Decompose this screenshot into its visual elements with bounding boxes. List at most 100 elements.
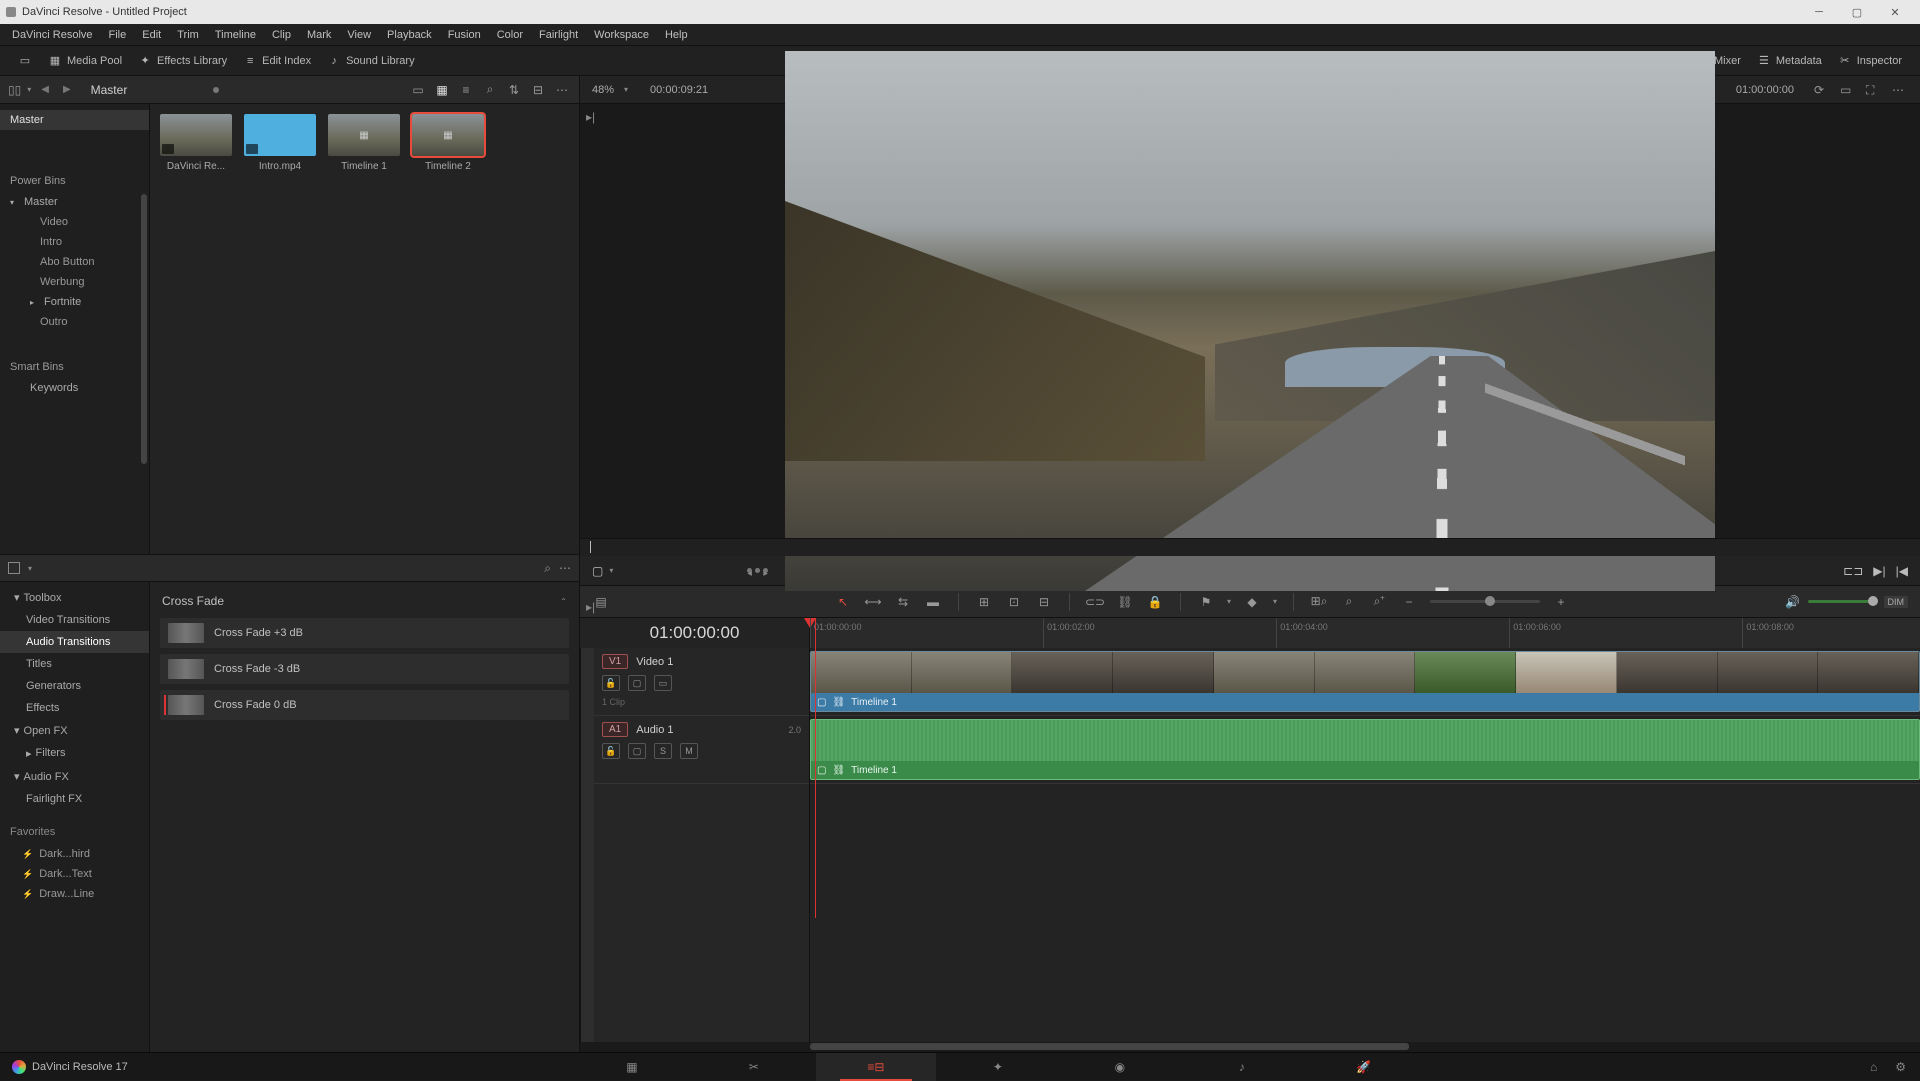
timeline-timecode[interactable]: 01:00:00:00	[580, 618, 810, 648]
clip-timeline-1[interactable]: ▦ Timeline 1	[328, 114, 400, 172]
thumbnail-view-icon[interactable]: ▦	[433, 81, 451, 99]
inspector-toggle[interactable]: ✂Inspector	[1830, 51, 1910, 71]
viewer-zoom[interactable]: 48%	[592, 84, 614, 96]
link-icon[interactable]: ⛓	[1116, 593, 1134, 611]
menu-timeline[interactable]: Timeline	[207, 27, 264, 43]
menu-workspace[interactable]: Workspace	[586, 27, 657, 43]
menu-edit[interactable]: Edit	[134, 27, 169, 43]
audio-track-header[interactable]: A1 Audio 1 2.0 🔓 ▢ S M	[594, 716, 809, 784]
zoom-in-icon[interactable]: +	[1552, 593, 1570, 611]
menu-view[interactable]: View	[339, 27, 379, 43]
bin-video[interactable]: Video	[0, 212, 149, 232]
sidebar-scrollbar[interactable]	[141, 194, 147, 464]
timeline-ruler[interactable]: 01:00:00:00 01:00:02:00 01:00:04:00 01:0…	[810, 618, 1920, 648]
bin-list-icon[interactable]: ▯▯	[8, 83, 21, 97]
marker-icon[interactable]: ◆	[1243, 593, 1261, 611]
menu-trim[interactable]: Trim	[169, 27, 207, 43]
record-timecode[interactable]: 01:00:00:00	[1736, 84, 1794, 96]
menu-fairlight[interactable]: Fairlight	[531, 27, 586, 43]
monitor-volume-slider[interactable]	[1808, 600, 1878, 603]
pool-options-icon[interactable]: ⋯	[553, 81, 571, 99]
edit-index-toggle[interactable]: ≡Edit Index	[235, 51, 319, 71]
fx-audio-transitions[interactable]: Audio Transitions	[0, 631, 149, 653]
bin-outro[interactable]: Outro	[0, 312, 149, 332]
menu-file[interactable]: File	[101, 27, 135, 43]
overlay-dropdown-icon[interactable]: ▾	[609, 566, 613, 575]
favorite-item-1[interactable]: ⚡Dark...Text	[0, 864, 149, 884]
effects-search-icon[interactable]: ⌕	[544, 561, 551, 576]
replace-clip-icon[interactable]: ⊟	[1035, 593, 1053, 611]
bin-fortnite[interactable]: ▸Fortnite	[0, 292, 149, 312]
track-name[interactable]: Audio 1	[636, 724, 673, 736]
bin-list-dropdown-icon[interactable]: ▾	[27, 85, 31, 94]
timeline-zoom-slider[interactable]	[1430, 600, 1540, 603]
nav-back-button[interactable]: ◀	[37, 82, 53, 97]
audio-clip[interactable]: ▢⛓Timeline 1	[810, 719, 1920, 780]
menu-fusion[interactable]: Fusion	[440, 27, 489, 43]
fx-titles[interactable]: Titles	[0, 653, 149, 675]
snap-icon[interactable]: ⊂⊃	[1086, 593, 1104, 611]
blade-tool-icon[interactable]: ▬	[924, 593, 942, 611]
fx-video-transitions[interactable]: Video Transitions	[0, 609, 149, 631]
jump-next-edit-icon[interactable]: ▸|	[586, 110, 602, 126]
track-disable-icon[interactable]: ▭	[654, 675, 672, 691]
fx-generators[interactable]: Generators	[0, 675, 149, 697]
track-destination-strip[interactable]	[580, 648, 594, 1042]
trim-tool-icon[interactable]: ⟷	[864, 593, 882, 611]
flag-icon[interactable]: ⚑	[1197, 593, 1215, 611]
audio-lane[interactable]: ▢⛓Timeline 1	[810, 716, 1920, 784]
search-icon[interactable]: ⌕	[481, 81, 499, 99]
smart-bin-keywords[interactable]: Keywords	[0, 378, 149, 398]
home-button[interactable]: ⌂	[1870, 1060, 1877, 1074]
track-tag[interactable]: V1	[602, 654, 628, 669]
selection-tool-icon[interactable]: ↖	[834, 593, 852, 611]
dim-button[interactable]: DIM	[1884, 596, 1909, 608]
next-edit-button[interactable]: ▶|	[1873, 564, 1885, 578]
viewer-expand-icon[interactable]: ⛶	[1866, 83, 1882, 97]
viewer-options-icon[interactable]: ⋯	[1892, 83, 1908, 97]
match-frame-button[interactable]: ⊏⊐	[1843, 564, 1863, 578]
menu-color[interactable]: Color	[489, 27, 531, 43]
sort-icon[interactable]: ⊟	[529, 81, 547, 99]
clip-intro[interactable]: Intro.mp4	[244, 114, 316, 172]
video-clip[interactable]: ▢⛓Timeline 1	[810, 651, 1920, 712]
transform-overlay-icon[interactable]: ▢	[592, 564, 603, 578]
prev-edit-button[interactable]: |◀	[1896, 564, 1908, 578]
zoom-full-icon[interactable]: ⊞⌕	[1310, 593, 1328, 611]
fx-effects[interactable]: Effects	[0, 697, 149, 719]
clip-timeline-2[interactable]: ▦ Timeline 2	[412, 114, 484, 172]
full-screen-button[interactable]: ▭	[10, 51, 40, 71]
page-fairlight[interactable]: ♪	[1182, 1053, 1302, 1081]
track-lock-icon[interactable]: 🔓	[602, 743, 620, 759]
favorite-item-0[interactable]: ⚡Dark...hird	[0, 844, 149, 864]
zoom-dropdown-icon[interactable]: ▾	[624, 85, 628, 94]
prev-marker-icon[interactable]: ◂	[747, 568, 752, 573]
lock-icon[interactable]: 🔒	[1146, 593, 1164, 611]
toolbox-category[interactable]: ▾Toolbox	[0, 586, 149, 609]
effects-group-crossfade[interactable]: Cross Fade ⌃	[160, 590, 569, 612]
zoom-custom-icon[interactable]: ⌕⁺	[1370, 593, 1388, 611]
project-settings-button[interactable]: ⚙	[1895, 1060, 1906, 1074]
bin-abo-button[interactable]: Abo Button	[0, 252, 149, 272]
match-frame-icon[interactable]: ▸|	[586, 600, 602, 616]
track-mute-button[interactable]: M	[680, 743, 698, 759]
single-viewer-icon[interactable]: ▭	[1840, 83, 1856, 97]
media-pool-toggle[interactable]: ▦Media Pool	[40, 51, 130, 71]
zoom-detail-icon[interactable]: ⌕	[1340, 593, 1358, 611]
page-edit[interactable]: ≡⊟	[816, 1053, 936, 1081]
flag-dropdown-icon[interactable]: ▾	[1227, 597, 1231, 606]
zoom-out-icon[interactable]: −	[1400, 593, 1418, 611]
effects-layout-icon[interactable]	[8, 562, 20, 574]
sound-library-toggle[interactable]: ♪Sound Library	[319, 51, 423, 71]
track-lock-icon[interactable]: 🔓	[602, 675, 620, 691]
clip-davinci[interactable]: DaVinci Re...	[160, 114, 232, 172]
marker-dropdown-icon[interactable]: ▾	[1273, 597, 1277, 606]
track-auto-select-icon[interactable]: ▢	[628, 743, 646, 759]
page-cut[interactable]: ✂	[694, 1053, 814, 1081]
menu-mark[interactable]: Mark	[299, 27, 339, 43]
effects-layout-dropdown-icon[interactable]: ▾	[28, 564, 32, 573]
window-close-button[interactable]: ✕	[1876, 0, 1914, 24]
audiofx-category[interactable]: ▾Audio FX	[0, 765, 149, 788]
source-timecode[interactable]: 00:00:09:21	[650, 84, 708, 96]
window-minimize-button[interactable]: ─	[1800, 0, 1838, 24]
